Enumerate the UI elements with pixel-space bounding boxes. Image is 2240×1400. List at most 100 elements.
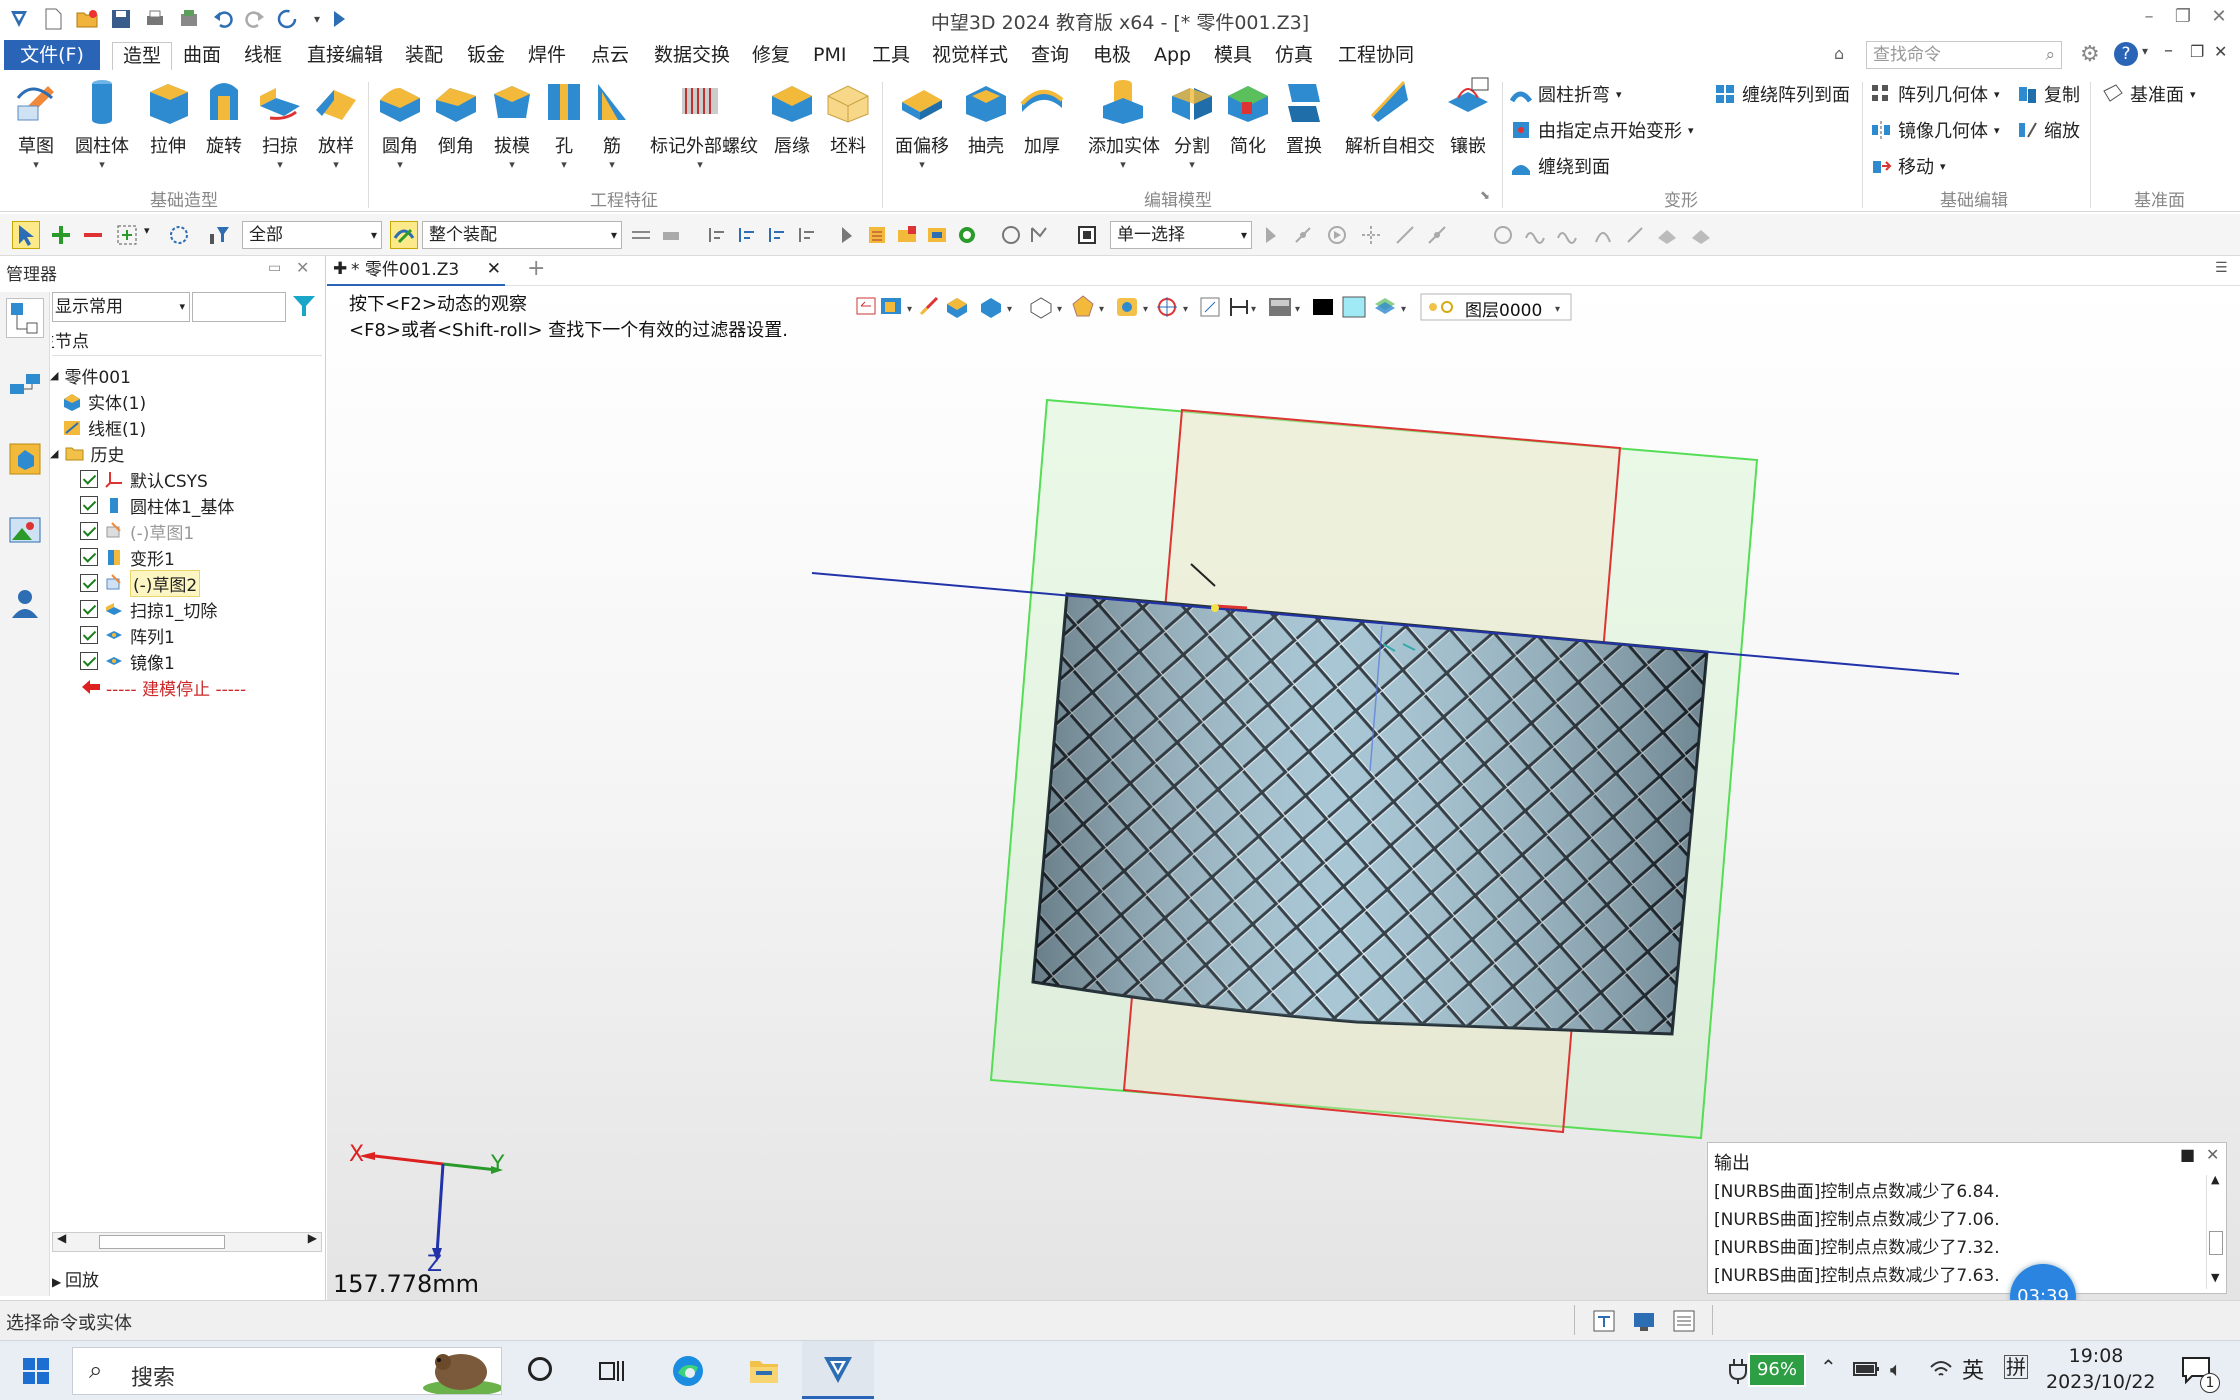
- sweep-button[interactable]: 扫掠 ▾: [252, 76, 308, 171]
- snap-tool-2[interactable]: [1292, 224, 1314, 246]
- snap-tool-11[interactable]: [1624, 224, 1646, 246]
- tray-expand-icon[interactable]: ⌃: [1820, 1355, 1837, 1379]
- visibility-checkbox[interactable]: [80, 574, 98, 592]
- camera-tool-icon[interactable]: [956, 224, 978, 246]
- sketch-button[interactable]: 草图 ▾: [8, 76, 64, 171]
- tab-query[interactable]: 查询: [1031, 42, 1069, 70]
- visibility-checkbox[interactable]: [80, 522, 98, 540]
- stock-button[interactable]: 坯料: [820, 76, 876, 158]
- help-icon[interactable]: ?: [2114, 42, 2138, 66]
- thicken-button[interactable]: 加厚: [1014, 76, 1070, 158]
- draft-button[interactable]: 拔模 ▾: [484, 76, 540, 171]
- battery-icon[interactable]: [1852, 1357, 1880, 1386]
- yellow-point[interactable]: [1211, 604, 1219, 612]
- mirror-geometry-button[interactable]: 镜像几何体 ▾: [1870, 116, 2000, 144]
- ime-language[interactable]: 英: [1962, 1353, 1984, 1385]
- tab-part001[interactable]: ✚ * 零件001.Z3 ✕: [327, 256, 505, 286]
- history-manager-icon[interactable]: [6, 298, 44, 338]
- settings-gear-icon[interactable]: ⚙: [2080, 42, 2100, 67]
- wrap-to-face-button[interactable]: 缠绕到面: [1510, 152, 1610, 180]
- view-manager-icon[interactable]: [8, 514, 42, 553]
- tree-item-sketch1[interactable]: (-)草图1: [80, 518, 194, 544]
- visibility-checkbox[interactable]: [80, 496, 98, 514]
- help-dropdown-icon[interactable]: ▾: [2142, 44, 2148, 58]
- tool-icon-b[interactable]: [660, 224, 682, 246]
- tree-hscrollbar[interactable]: ◀ ▶: [52, 1231, 322, 1252]
- restore-icon[interactable]: ❐: [2168, 6, 2198, 32]
- tab-electrode[interactable]: 电极: [1093, 42, 1131, 70]
- new-tab-icon[interactable]: +: [527, 256, 545, 281]
- align-icon-4[interactable]: [796, 224, 818, 246]
- tree-item-sweep-cut[interactable]: 扫掠1_切除: [80, 596, 217, 622]
- scroll-thumb[interactable]: [99, 1235, 225, 1249]
- taskbar-search-box[interactable]: ⌕ 搜索: [72, 1347, 502, 1395]
- visibility-checkbox[interactable]: [80, 626, 98, 644]
- snap-tool-7[interactable]: [1492, 224, 1514, 246]
- scroll-right-icon[interactable]: ▶: [308, 1231, 317, 1245]
- lasso-select-icon[interactable]: [168, 224, 190, 246]
- snap-icon-1[interactable]: [1000, 224, 1022, 246]
- ime-mode[interactable]: 拼: [2004, 1355, 2028, 1379]
- snap-tool-3[interactable]: [1326, 224, 1348, 246]
- tab-data-exchange[interactable]: 数据交换: [654, 42, 730, 70]
- snap-tool-12[interactable]: [1656, 224, 1678, 246]
- tree-item-stop-marker[interactable]: ----- 建模停止 -----: [80, 674, 246, 700]
- output-scroll-thumb[interactable]: [2209, 1231, 2223, 1255]
- doc-restore-icon[interactable]: ❐: [2190, 42, 2204, 61]
- scroll-down-icon[interactable]: ▼: [2211, 1271, 2219, 1284]
- datum-plane-button[interactable]: 基准面 ▾: [2102, 80, 2196, 108]
- user-icon[interactable]: [8, 586, 42, 625]
- image-tool-icon[interactable]: [926, 224, 948, 246]
- visibility-checkbox[interactable]: [80, 600, 98, 618]
- status-icon-2[interactable]: [1632, 1309, 1656, 1338]
- align-icon-1[interactable]: [706, 224, 728, 246]
- extrude-button[interactable]: 拉伸: [140, 76, 196, 158]
- snap-tool-13[interactable]: [1690, 224, 1712, 246]
- tab-tools[interactable]: 工具: [872, 42, 910, 70]
- shell-button[interactable]: 抽壳: [958, 76, 1014, 158]
- snap-tool-5[interactable]: [1394, 224, 1416, 246]
- loft-button[interactable]: 放样 ▾: [308, 76, 364, 171]
- tree-item-mirror1[interactable]: 镜像1: [80, 648, 175, 674]
- pattern-geometry-button[interactable]: 阵列几何体 ▾: [1870, 80, 2000, 108]
- file-explorer-icon[interactable]: [748, 1355, 780, 1392]
- tab-pmi[interactable]: PMI: [813, 42, 846, 70]
- tab-model[interactable]: 造型: [112, 42, 173, 70]
- visibility-checkbox[interactable]: [80, 652, 98, 670]
- pointer-pick-icon[interactable]: [836, 224, 858, 246]
- list-icon[interactable]: [866, 224, 888, 246]
- tree-filter-icon[interactable]: [290, 292, 318, 325]
- snap-tool-10[interactable]: [1592, 224, 1614, 246]
- cylinder-button[interactable]: 圆柱体 ▾: [74, 76, 130, 171]
- battery-indicator[interactable]: 96%: [1748, 1353, 1806, 1387]
- tab-sheetmetal[interactable]: 钣金: [467, 42, 505, 70]
- tree-item-solid[interactable]: 实体(1): [62, 388, 146, 414]
- tab-pointcloud[interactable]: 点云: [591, 42, 629, 70]
- wrap-pattern-to-face-button[interactable]: 缠绕阵列到面: [1714, 80, 1850, 108]
- tree-item-cylinder[interactable]: 圆柱体1_基体: [80, 492, 234, 518]
- assembly-scope-icon[interactable]: [390, 221, 418, 249]
- align-icon-3[interactable]: [766, 224, 788, 246]
- inlay-button[interactable]: 镶嵌: [1440, 76, 1496, 158]
- folder-tool-icon[interactable]: [896, 224, 918, 246]
- add-selection-icon[interactable]: [50, 224, 72, 246]
- revolve-button[interactable]: 旋转: [196, 76, 252, 158]
- scale-button[interactable]: 缩放: [2016, 116, 2080, 144]
- tree-item-sketch2[interactable]: (-)草图2: [80, 569, 201, 597]
- tree-item-deform1[interactable]: 变形1: [80, 544, 175, 570]
- output-float-icon[interactable]: ■: [2180, 1145, 2195, 1164]
- windows-start-icon[interactable]: [22, 1357, 50, 1390]
- thread-button[interactable]: 标记外部螺纹 ▾: [650, 76, 758, 171]
- status-icon-1[interactable]: [1592, 1309, 1616, 1338]
- tree-search-input[interactable]: [192, 292, 286, 322]
- status-icon-3[interactable]: [1672, 1309, 1696, 1338]
- tab-mold[interactable]: 模具: [1214, 42, 1252, 70]
- tab-wireframe[interactable]: 线框: [244, 42, 282, 70]
- group-expand-icon[interactable]: ⬊: [1480, 188, 1490, 202]
- tab-assembly[interactable]: 装配: [405, 42, 443, 70]
- face-offset-button[interactable]: 面偏移 ▾: [894, 76, 950, 171]
- tree-item-root[interactable]: ◢ 零件001: [50, 362, 131, 388]
- snap-tool-8[interactable]: [1524, 224, 1546, 246]
- tab-surface[interactable]: 曲面: [183, 42, 221, 70]
- visibility-checkbox[interactable]: [80, 548, 98, 566]
